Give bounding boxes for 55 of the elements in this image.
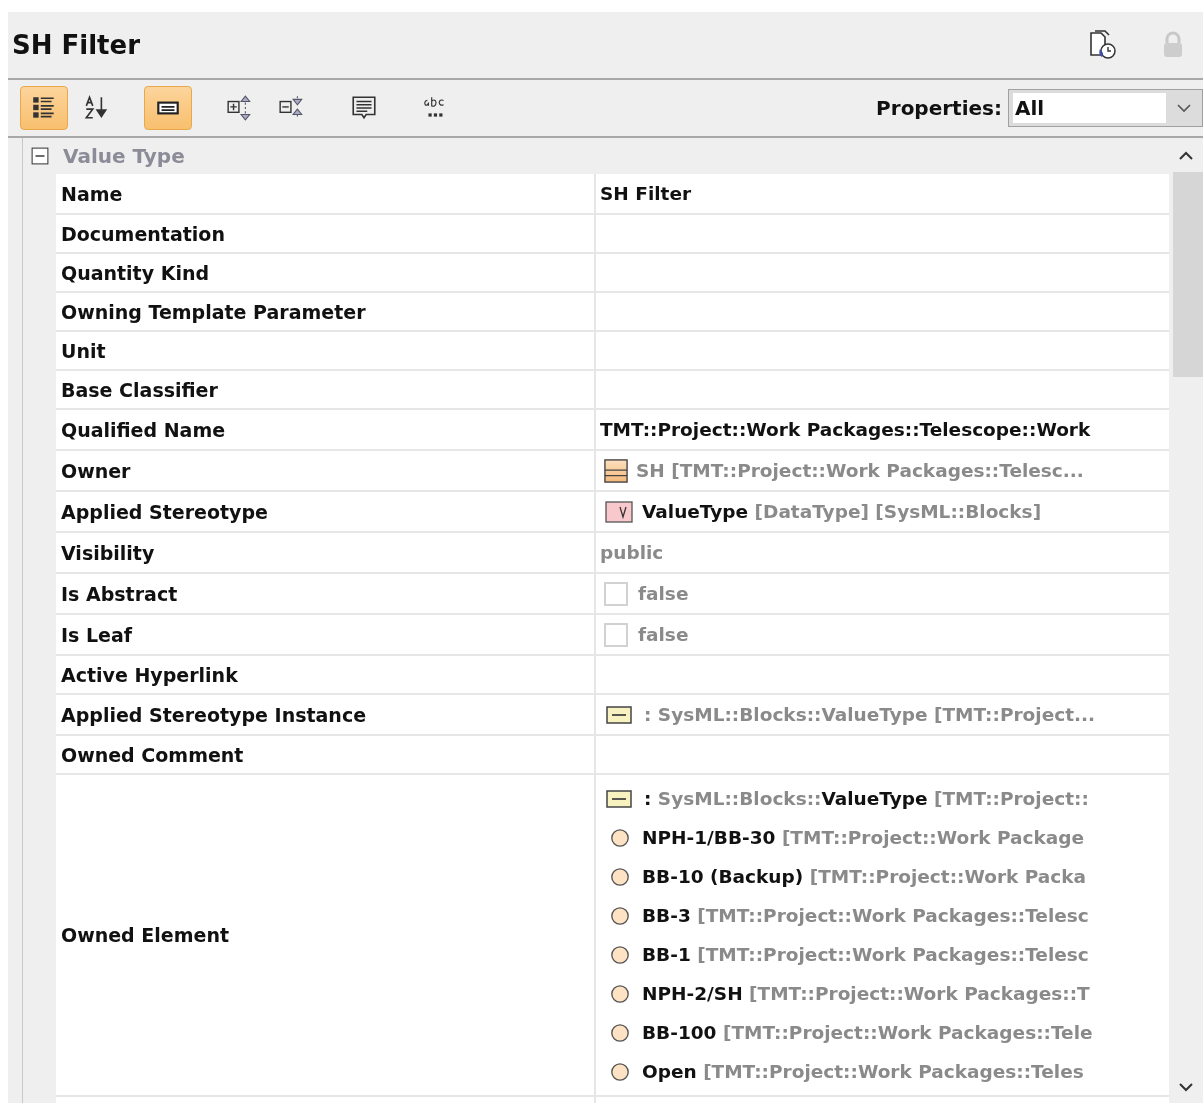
property-name: Owned Comment [56, 736, 596, 773]
circle-icon [610, 905, 630, 926]
property-value: BB-10 (Backup) [TMT::Project::Work Packa [642, 866, 1087, 887]
property-value: NPH-2/SH [TMT::Project::Work Packages::T [642, 983, 1090, 1004]
property-value: BB-1 [TMT::Project::Work Packages::Telesc [642, 944, 1089, 965]
block-icon [604, 458, 628, 483]
instance-icon [606, 789, 632, 808]
property-name: Owned Element [56, 775, 596, 1095]
instance-icon [606, 705, 632, 724]
circle-icon [610, 827, 630, 848]
property-value: SH Filter [600, 183, 692, 204]
collapse-toggle[interactable] [31, 147, 49, 165]
property-value: false [638, 624, 689, 645]
property-value: SH [TMT::Project::Work Packages::Telesc... [636, 460, 1084, 481]
group-label: Value Type [63, 144, 185, 168]
property-name: Quantity Kind [56, 254, 596, 291]
circle-icon [610, 1022, 630, 1043]
document-icon[interactable] [1087, 29, 1119, 61]
property-name: Owner [56, 451, 596, 490]
scrollbar-thumb[interactable] [1173, 172, 1203, 377]
toolbar-button[interactable] [144, 86, 192, 130]
sort-icon [82, 94, 110, 122]
property-value: NPH-1/BB-30 [TMT::Project::Work Package [642, 827, 1085, 848]
property-name: Qualified Name [56, 410, 596, 449]
toolbar-button[interactable] [20, 86, 68, 130]
property-name: Visibility [56, 533, 596, 572]
circle-icon [610, 866, 630, 887]
properties-label: Properties: [876, 96, 1002, 120]
property-name: Base Classifier [56, 371, 596, 408]
circle-icon [610, 1061, 630, 1082]
property-name: Documentation [56, 215, 596, 252]
circle-icon [610, 944, 630, 965]
property-value: : SysML::Blocks::ValueType [TMT::Project:: [644, 788, 1089, 809]
properties-dropdown[interactable]: All [1008, 89, 1203, 127]
property-value: ValueType [DataType] [SysML::Blocks] [642, 501, 1042, 522]
panel-title: SH Filter [12, 30, 141, 60]
property-value: BB-3 [TMT::Project::Work Packages::Telesc [642, 905, 1089, 926]
checkbox[interactable] [604, 622, 628, 647]
property-name: Is Abstract [56, 574, 596, 613]
stereotype-icon [604, 500, 634, 523]
property-value: : SysML::Blocks::ValueType [TMT::Project... [644, 704, 1096, 725]
property-value: TMT::Project::Work Packages::Telescope::Work [600, 419, 1091, 440]
circle-icon [610, 983, 630, 1004]
property-value: Open [TMT::Project::Work Packages::Teles [642, 1061, 1084, 1082]
property-name: Active Hyperlink [56, 656, 596, 693]
property-name: Unit [56, 332, 596, 369]
property-name: Applied Stereotype Instance [56, 695, 596, 734]
property-name: Name [56, 174, 596, 213]
property-name: Applied Stereotype [56, 492, 596, 531]
property-name: Is Leaf [56, 615, 596, 654]
property-value: false [638, 583, 689, 604]
checkbox[interactable] [604, 581, 628, 606]
property-name: Owning Template Parameter [56, 293, 596, 330]
property-value: public [600, 542, 664, 563]
property-value: BB-100 [TMT::Project::Work Packages::Tele [642, 1022, 1093, 1043]
